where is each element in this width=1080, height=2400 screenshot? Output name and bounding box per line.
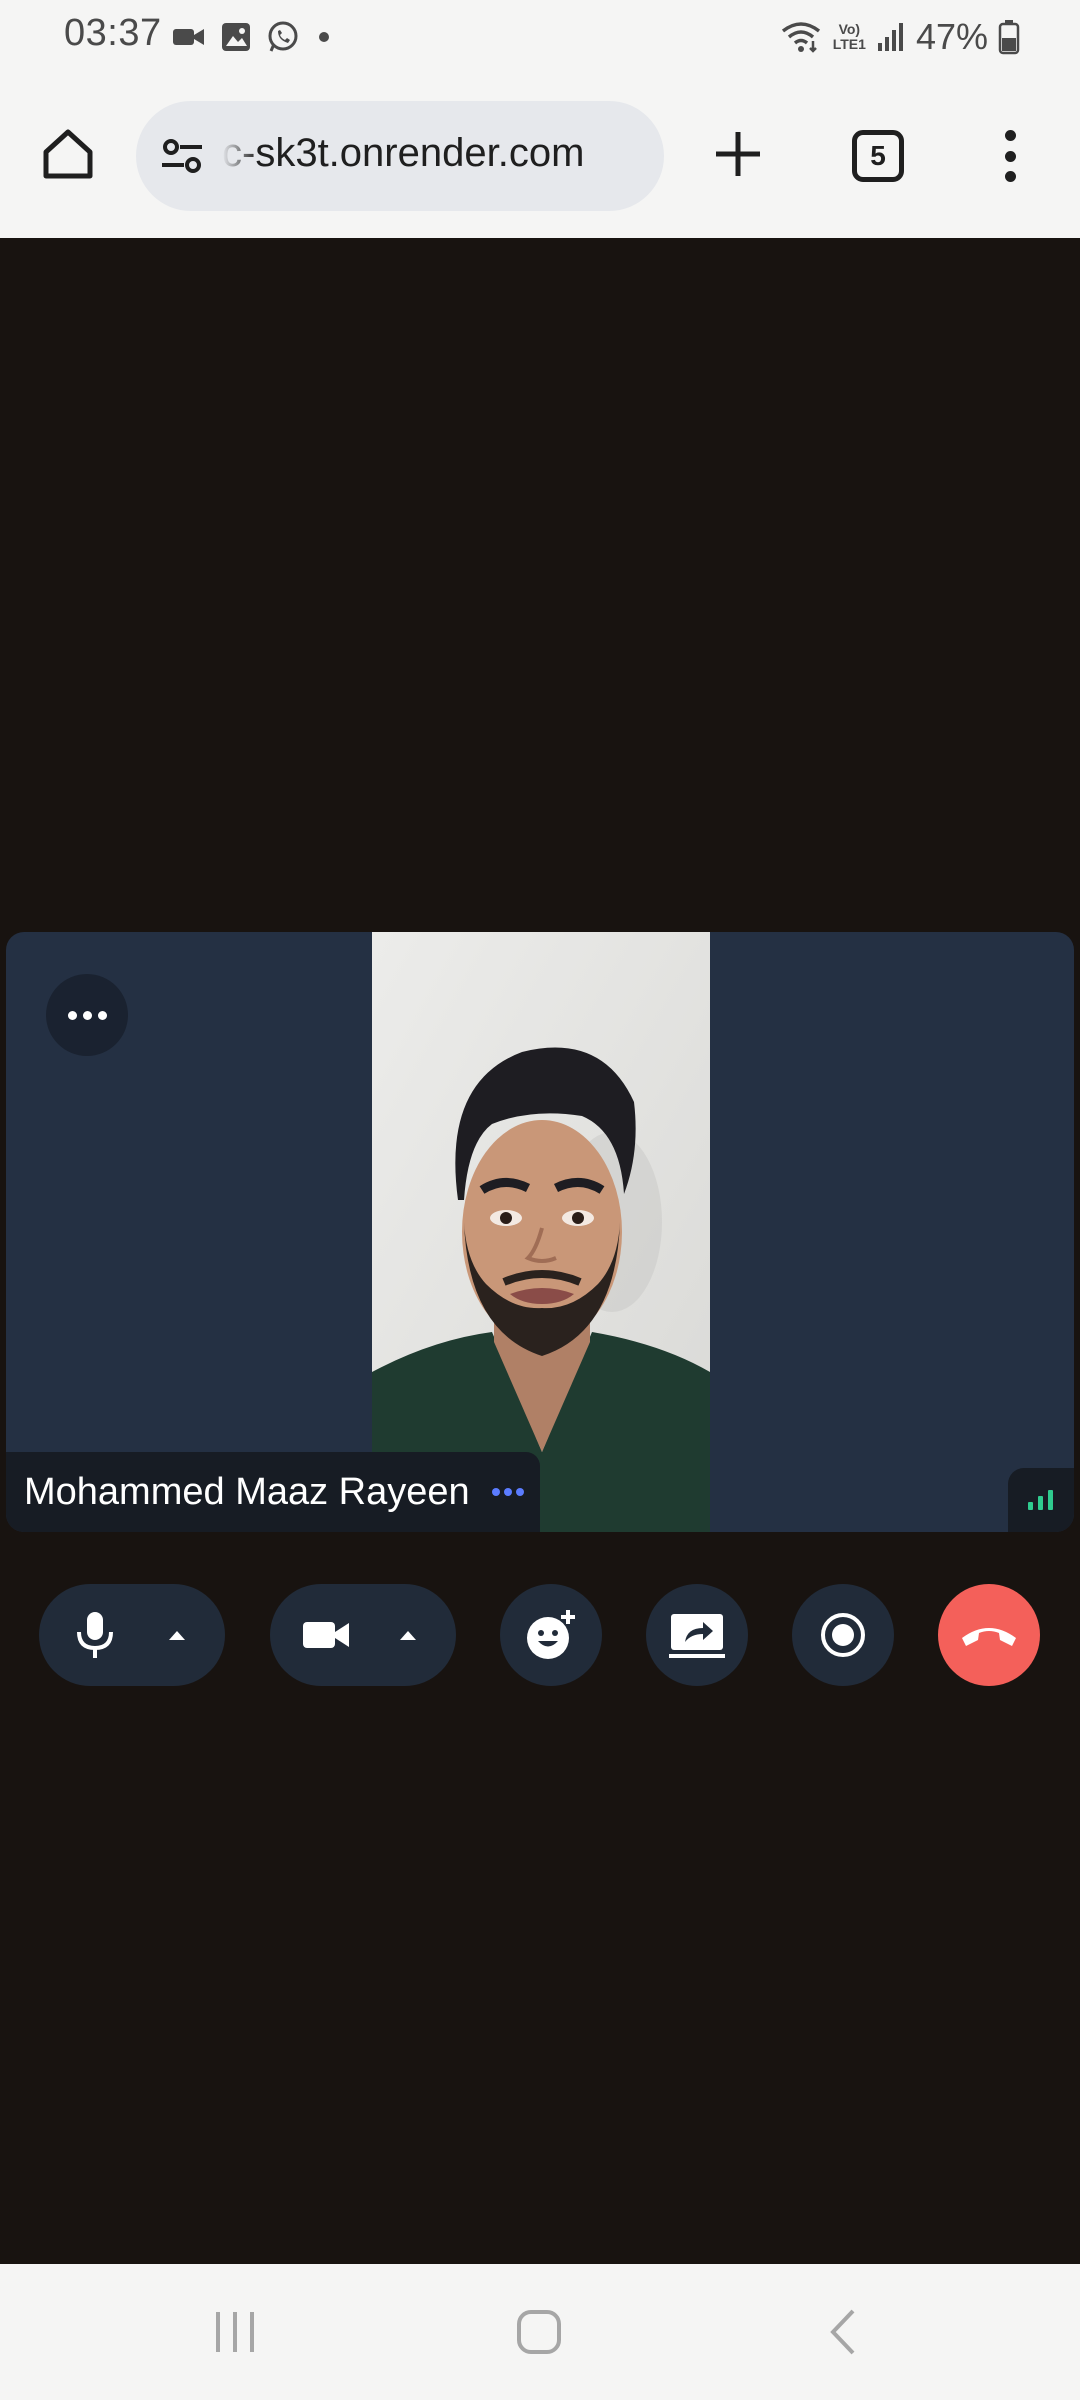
connection-quality-indicator bbox=[1008, 1468, 1074, 1532]
gallery-icon bbox=[222, 23, 250, 51]
address-bar[interactable]: c-sk3t.onrender.com bbox=[136, 101, 664, 211]
recents-icon bbox=[216, 2312, 254, 2352]
tab-switcher-button[interactable]: 5 bbox=[852, 130, 904, 182]
status-time: 03:37 bbox=[64, 12, 162, 54]
record-button[interactable] bbox=[792, 1584, 894, 1686]
menu-dot bbox=[1004, 130, 1016, 141]
camera-options-button[interactable] bbox=[394, 1621, 422, 1649]
home-button[interactable] bbox=[38, 124, 98, 184]
options-dot bbox=[97, 1010, 107, 1020]
home-icon bbox=[43, 129, 93, 179]
participant-camera-feed bbox=[372, 932, 710, 1532]
back-chevron-icon bbox=[830, 2309, 855, 2355]
microphone-button[interactable] bbox=[65, 1605, 125, 1665]
plus-icon bbox=[716, 132, 760, 176]
volte-indicator: Vo) LTE1 bbox=[832, 21, 866, 52]
participant-video bbox=[372, 932, 710, 1532]
participant-name: Mohammed Maaz Rayeen bbox=[24, 1470, 470, 1513]
reactions-button[interactable] bbox=[500, 1584, 602, 1686]
tile-options-button[interactable] bbox=[46, 974, 128, 1056]
menu-dot bbox=[1004, 171, 1016, 182]
whatsapp-icon bbox=[268, 21, 298, 52]
notification-icons bbox=[172, 20, 334, 54]
signal-bars-icon bbox=[1028, 1490, 1053, 1510]
microphone-options-button[interactable] bbox=[163, 1621, 191, 1649]
browser-menu-button[interactable] bbox=[990, 124, 1030, 188]
share-screen-button[interactable] bbox=[646, 1584, 748, 1686]
indicator-dot bbox=[491, 1488, 500, 1496]
cell-signal-icon bbox=[877, 23, 903, 51]
microphone-icon bbox=[77, 1612, 113, 1658]
indicator-dot bbox=[503, 1488, 512, 1496]
emoji-add-icon bbox=[527, 1610, 575, 1659]
share-screen-icon bbox=[669, 1614, 725, 1658]
nav-home-button[interactable] bbox=[504, 2300, 574, 2364]
back-button[interactable] bbox=[808, 2300, 878, 2364]
leave-call-button[interactable] bbox=[938, 1584, 1040, 1686]
record-icon bbox=[821, 1613, 865, 1657]
site-settings-icon[interactable] bbox=[158, 132, 206, 180]
url-text[interactable]: c-sk3t.onrender.com bbox=[222, 131, 652, 176]
options-dot bbox=[67, 1010, 77, 1020]
participant-nameplate: Mohammed Maaz Rayeen bbox=[6, 1452, 540, 1532]
wifi-icon bbox=[781, 22, 820, 53]
status-right: Vo) LTE1 47% bbox=[779, 16, 1020, 58]
new-tab-button[interactable] bbox=[706, 122, 770, 186]
status-bar: 03:37 Vo) LTE1 47% bbox=[0, 0, 1080, 78]
caret-up-icon bbox=[400, 1631, 416, 1640]
battery-icon bbox=[998, 20, 1020, 55]
speaking-indicator-icon bbox=[491, 1488, 524, 1496]
video-camera-icon bbox=[303, 1622, 349, 1648]
recent-apps-button[interactable] bbox=[200, 2300, 270, 2364]
options-dot bbox=[82, 1010, 92, 1020]
battery-percent: 47% bbox=[915, 16, 988, 57]
participant-video-tile[interactable]: Mohammed Maaz Rayeen bbox=[6, 932, 1074, 1532]
caret-up-icon bbox=[169, 1631, 185, 1640]
camera-control bbox=[270, 1584, 456, 1686]
microphone-control bbox=[39, 1584, 225, 1686]
browser-toolbar: c-sk3t.onrender.com 5 bbox=[0, 78, 1080, 238]
call-controls bbox=[0, 1584, 1080, 1686]
hang-up-icon bbox=[962, 1628, 1016, 1646]
dot-icon bbox=[319, 32, 329, 42]
video-call-icon bbox=[173, 29, 204, 45]
menu-dot bbox=[1004, 150, 1016, 162]
system-nav-bar bbox=[0, 2264, 1080, 2400]
camera-button[interactable] bbox=[296, 1605, 356, 1665]
home-square-icon bbox=[517, 2310, 561, 2354]
indicator-dot bbox=[515, 1488, 524, 1496]
